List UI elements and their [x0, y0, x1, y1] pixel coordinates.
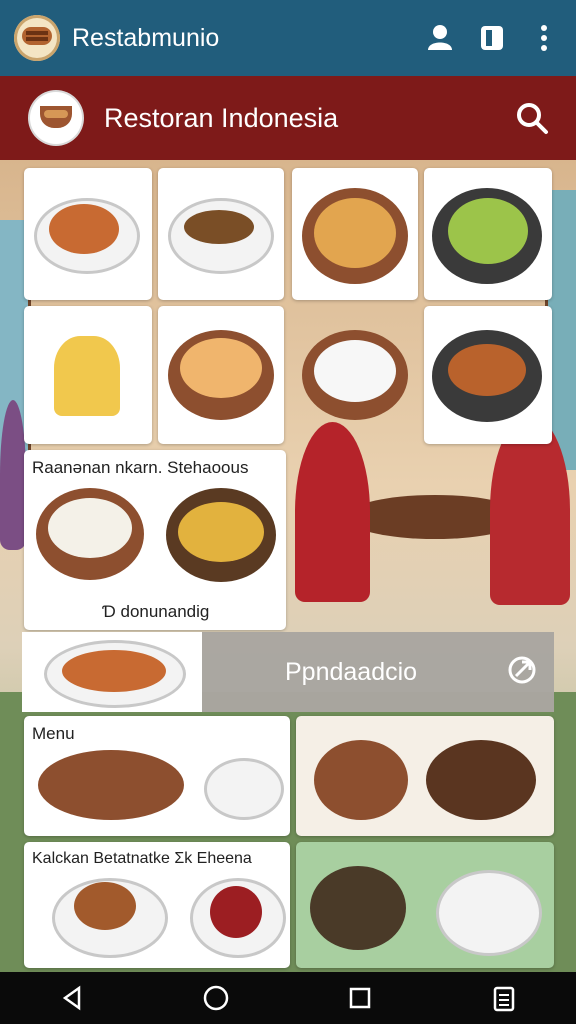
home-icon[interactable]	[196, 978, 236, 1018]
diner-left	[295, 422, 370, 602]
clipboard-icon[interactable]	[484, 978, 524, 1018]
menu-card[interactable]: Menu	[24, 716, 290, 836]
search-icon[interactable]	[512, 98, 552, 138]
app-name: Restabmunio	[72, 23, 220, 52]
app-bar: Restabmunio	[0, 0, 576, 76]
more-vert-icon[interactable]	[524, 18, 564, 58]
recent-apps-icon[interactable]	[340, 978, 380, 1018]
featured-subtitle: Ɗ donunandig	[102, 602, 210, 621]
featured-title: Raanənan nkarn. Stehaoous	[32, 458, 249, 477]
dish-card[interactable]	[424, 168, 552, 300]
banner-label: Ppndaadcio	[285, 658, 418, 686]
dish-card[interactable]	[292, 306, 418, 444]
dish-card[interactable]: Kalckan Betatnatke Ʃk Eheena	[24, 842, 290, 968]
banner-image	[22, 632, 202, 712]
share-icon[interactable]	[504, 652, 544, 692]
restaurant-logo	[30, 92, 82, 144]
dish-card[interactable]	[292, 168, 418, 300]
restaurant-header: Restoran Indonesia	[0, 76, 576, 160]
dish-card[interactable]	[158, 168, 284, 300]
person-icon[interactable]	[420, 18, 460, 58]
back-icon[interactable]	[52, 978, 92, 1018]
book-icon[interactable]	[472, 18, 512, 58]
dish-card[interactable]	[24, 168, 152, 300]
menu-label: Menu	[32, 724, 75, 743]
dish-card[interactable]	[296, 716, 554, 836]
card-title: Kalckan Betatnatke Ʃk Eheena	[32, 850, 252, 867]
page-title: Restoran Indonesia	[104, 102, 339, 133]
dish-card[interactable]	[158, 306, 284, 444]
system-nav-bar	[0, 972, 576, 1024]
dish-card[interactable]	[296, 842, 554, 968]
featured-card[interactable]: Raanənan nkarn. Stehaoous Ɗ donunandig	[24, 450, 286, 630]
dish-card[interactable]	[424, 306, 552, 444]
dish-card[interactable]	[24, 306, 152, 444]
diner-edge	[0, 400, 26, 550]
app-logo	[14, 15, 60, 61]
